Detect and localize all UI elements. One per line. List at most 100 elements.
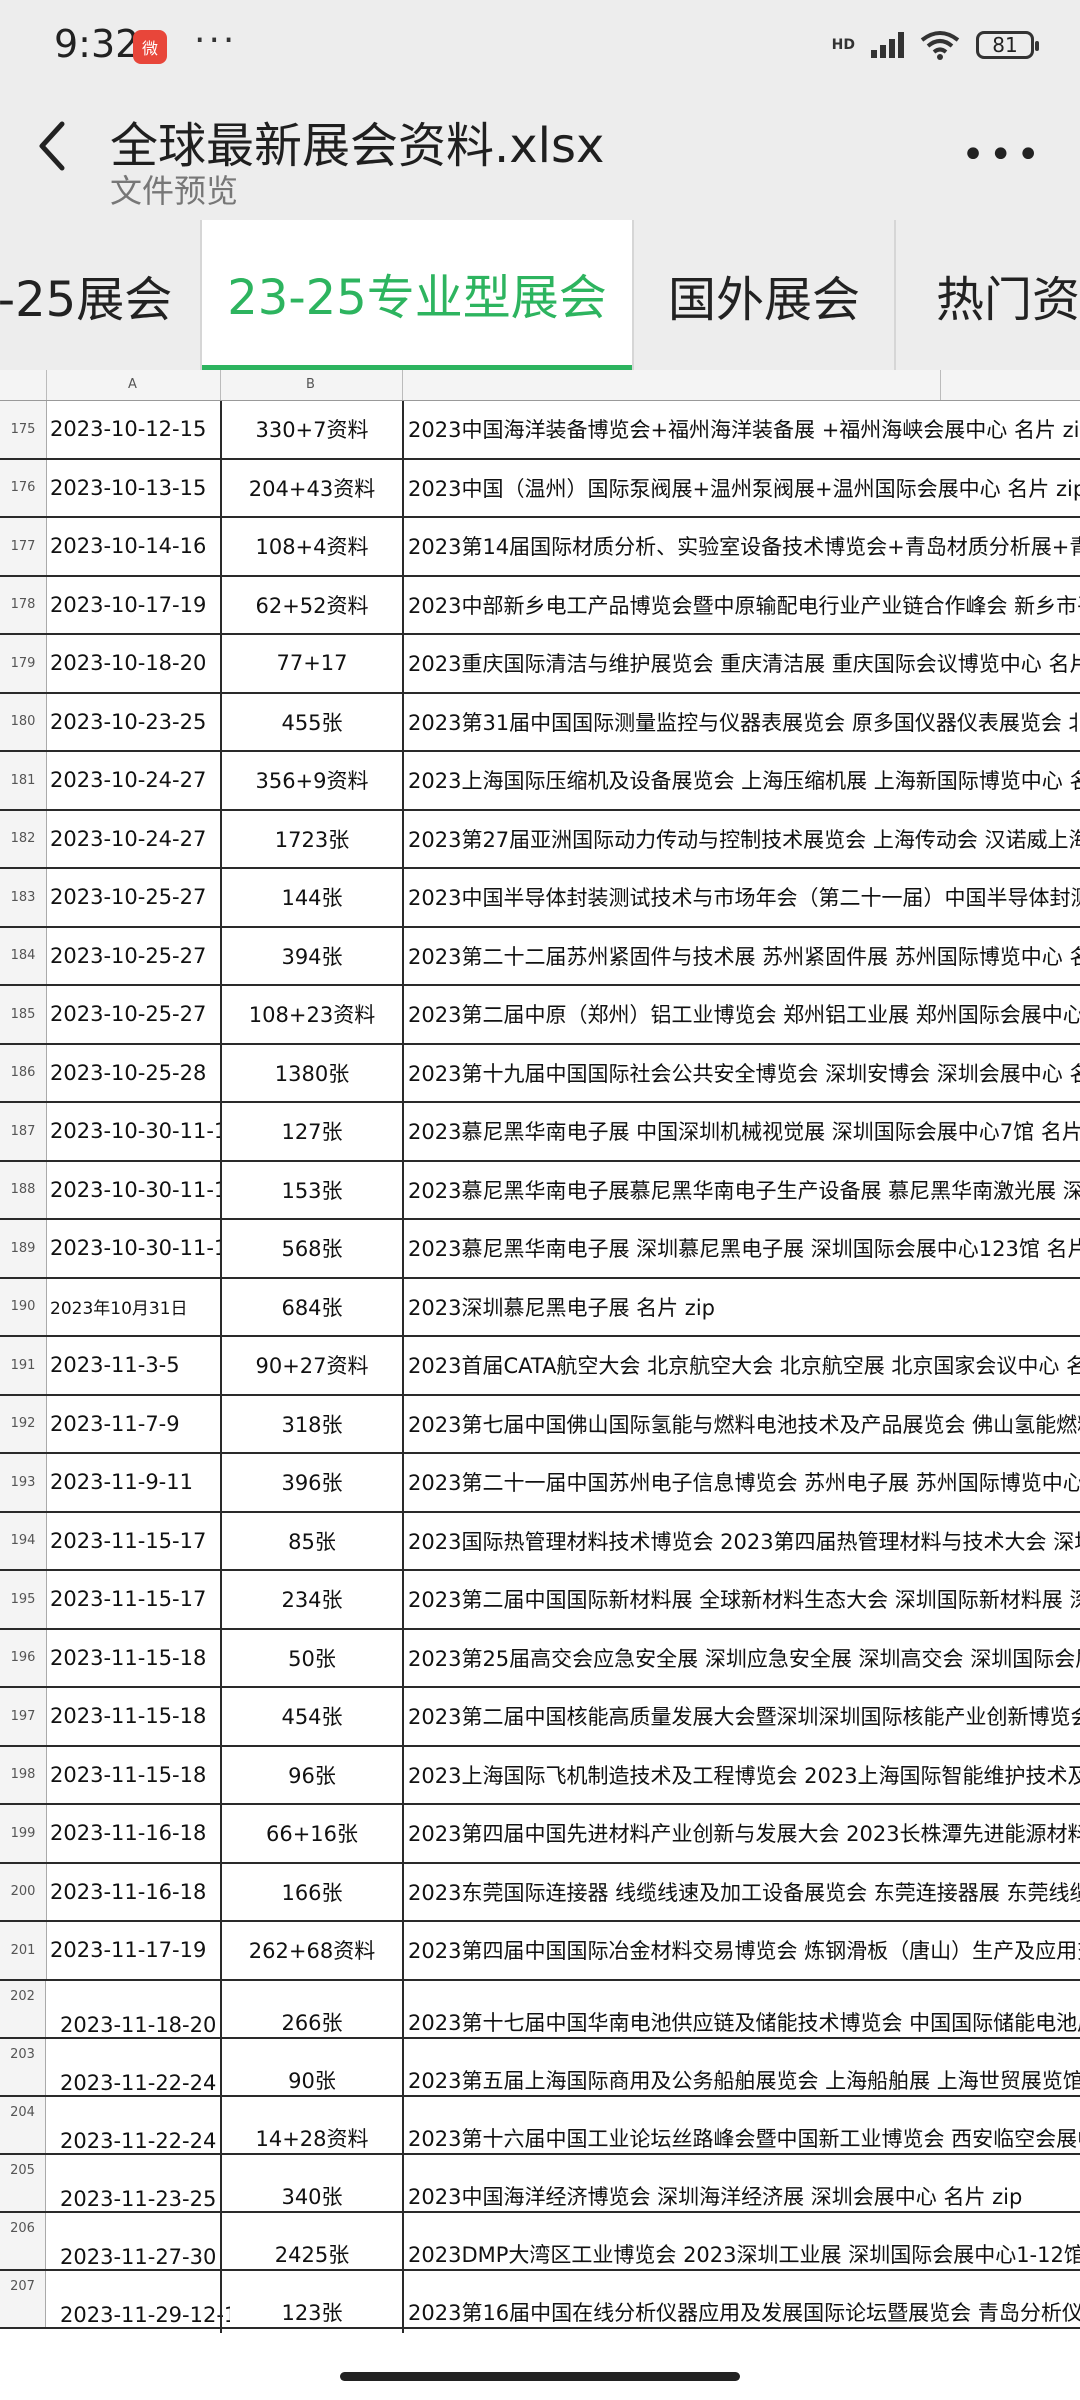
tab-overseas-exhibitions[interactable]: 国外展会	[634, 220, 894, 370]
row-number[interactable]: 183	[0, 869, 47, 926]
row-number[interactable]: 181	[0, 752, 47, 809]
table-row[interactable]: 205 2023-11-23-25 340张 2023中国海洋经济博览会 深圳海洋经济…	[0, 2154, 1080, 2217]
count-cell[interactable]: 90张	[220, 2038, 402, 2101]
exhibition-name-cell[interactable]: 2023中部新乡电工产品博览会暨中原输配电行业产业链合作峰会 新乡市平原	[402, 576, 1080, 633]
date-cell[interactable]: 2023-11-7-9	[48, 1396, 220, 1453]
date-cell[interactable]: 2023-11-15-18	[48, 1688, 220, 1745]
exhibition-name-cell[interactable]: 2023中国半导体封装测试技术与市场年会（第二十一届）中国半导体封测展	[402, 869, 1080, 926]
table-row[interactable]: 195 2023-11-15-17 234张 2023第二届中国国际新材料展 全球新材…	[0, 1571, 1080, 1630]
date-cell[interactable]: 2023-10-25-27	[48, 986, 220, 1043]
row-number[interactable]: 197	[0, 1688, 47, 1745]
row-number[interactable]: 199	[0, 1805, 47, 1862]
exhibition-name-cell[interactable]: 2023慕尼黑华南电子展 深圳慕尼黑电子展 深圳国际会展中心123馆 名片 zi…	[402, 1220, 1080, 1277]
spreadsheet-view[interactable]: A B 175 2023-10-12-15 330+7资料 2023中国海洋装备博览会…	[0, 370, 1080, 2348]
row-number[interactable]: 202	[0, 1980, 46, 2037]
count-cell[interactable]: 2425张	[220, 2212, 402, 2275]
row-number[interactable]: 175	[0, 401, 47, 458]
exhibition-name-cell[interactable]: 2023中国（温州）国际泵阀展+温州泵阀展+温州国际会展中心 名片 zip	[402, 459, 1080, 516]
more-options-icon[interactable]: •••	[961, 132, 1044, 178]
row-number[interactable]: 201	[0, 1922, 47, 1979]
count-cell[interactable]: 262+68资料	[220, 1922, 402, 1979]
exhibition-name-cell[interactable]: 2023第14届国际材质分析、实验室设备技术博览会+青岛材质分析展+青岛实验	[402, 518, 1080, 575]
count-cell[interactable]: 50张	[220, 1629, 402, 1686]
table-row[interactable]: 180 2023-10-23-25 455张 2023第31届中国国际测量监控与仪器表…	[0, 693, 1080, 752]
row-number[interactable]: 176	[0, 459, 47, 516]
table-row[interactable]: 182 2023-10-24-27 1723张 2023第27届亚洲国际动力传动与控制…	[0, 810, 1080, 869]
row-number[interactable]: 192	[0, 1395, 47, 1452]
row-number[interactable]: 207	[0, 2270, 46, 2327]
date-cell[interactable]: 2023-11-15-17	[48, 1513, 220, 1570]
count-cell[interactable]: 266张	[220, 1980, 402, 2043]
table-row[interactable]: 204 2023-11-22-24 14+28资料 2023第十六届中国工业论坛丝路峰…	[0, 2096, 1080, 2159]
table-row[interactable]: 196 2023-11-15-18 50张 2023第25届高交会应急安全展 深圳应急…	[0, 1629, 1080, 1688]
date-cell[interactable]: 2023-10-17-19	[48, 577, 220, 634]
date-cell[interactable]: 2023-11-27-30	[48, 2213, 230, 2275]
table-row[interactable]: 198 2023-11-15-18 96张 2023上海国际飞机制造技术及工程博览会 …	[0, 1746, 1080, 1805]
count-cell[interactable]: 62+52资料	[220, 576, 402, 633]
date-cell[interactable]: 2023-10-30-11-1	[48, 1162, 220, 1219]
date-cell[interactable]: 2023-11-16-18	[48, 1864, 220, 1921]
table-row[interactable]: 186 2023-10-25-28 1380张 2023第十九届中国国际社会公共安全博…	[0, 1044, 1080, 1103]
count-cell[interactable]: 166张	[220, 1863, 402, 1920]
date-cell[interactable]: 2023年10月31日	[48, 1279, 220, 1336]
date-cell[interactable]: 2023-11-18-20	[48, 1981, 230, 2043]
table-row[interactable]: 184 2023-10-25-27 394张 2023第二十二届苏州紧固件与技术展 苏…	[0, 927, 1080, 986]
exhibition-name-cell[interactable]: 2023中国海洋经济博览会 深圳海洋经济展 深圳会展中心 名片 zip	[402, 2154, 1080, 2217]
count-cell[interactable]: 85张	[220, 1512, 402, 1569]
count-cell[interactable]: 77+17	[220, 635, 402, 692]
count-cell[interactable]: 153张	[220, 1161, 402, 1218]
row-number[interactable]: 188	[0, 1161, 47, 1218]
row-number[interactable]: 206	[0, 2212, 46, 2269]
count-cell[interactable]: 234张	[220, 1571, 402, 1628]
count-cell[interactable]: 90+27资料	[220, 1337, 402, 1394]
table-row[interactable]: 179 2023-10-18-20 77+17 2023重庆国际清洁与维护展览会 重庆…	[0, 635, 1080, 694]
table-row[interactable]: 199 2023-11-16-18 66+16张 2023第四届中国先进材料产业创新与…	[0, 1805, 1080, 1864]
table-row[interactable]: 202 2023-11-18-20 266张 2023第十七届中国华南电池供应链及储能…	[0, 1980, 1080, 2043]
back-arrow-icon[interactable]	[32, 116, 72, 176]
table-row[interactable]: 188 2023-10-30-11-1 153张 2023慕尼黑华南电子展慕尼黑华南电…	[0, 1161, 1080, 1220]
exhibition-name-cell[interactable]: 2023慕尼黑华南电子展慕尼黑华南电子生产设备展 慕尼黑华南激光展 深圳国	[402, 1161, 1080, 1218]
date-cell[interactable]: 2023-11-29-12-1	[48, 2271, 230, 2333]
count-cell[interactable]: 396张	[220, 1454, 402, 1511]
date-cell[interactable]: 2023-10-14-16	[48, 518, 220, 575]
exhibition-name-cell[interactable]: 2023慕尼黑华南电子展 中国深圳机械视觉展 深圳国际会展中心7馆 名片 zip	[402, 1103, 1080, 1160]
exhibition-name-cell[interactable]: 2023第十九届中国国际社会公共安全博览会 深圳安博会 深圳会展中心 名片 zi	[402, 1044, 1080, 1101]
table-row[interactable]: 194 2023-11-15-17 85张 2023国际热管理材料技术博览会 2023…	[0, 1512, 1080, 1571]
count-cell[interactable]: 96张	[220, 1746, 402, 1803]
exhibition-name-cell[interactable]: 2023深圳慕尼黑电子展 名片 zip	[402, 1278, 1080, 1335]
table-row[interactable]: 185 2023-10-25-27 108+23资料 2023第二届中原（郑州）铝工业…	[0, 986, 1080, 1045]
date-cell[interactable]: 2023-10-30-11-1	[48, 1103, 220, 1160]
table-row[interactable]: 207 2023-11-29-12-1 123张 2023第16届中国在线分析仪器应用…	[0, 2270, 1080, 2333]
date-cell[interactable]: 2023-11-15-17	[48, 1571, 220, 1628]
date-cell[interactable]: 2023-10-12-15	[48, 401, 220, 458]
date-cell[interactable]: 2023-11-15-18	[48, 1630, 220, 1687]
table-row[interactable]: 203 2023-11-22-24 90张 2023第五届上海国际商用及公务船舶展览会…	[0, 2038, 1080, 2101]
row-number[interactable]: 189	[0, 1220, 47, 1277]
table-row[interactable]: 190 2023年10月31日 684张 2023深圳慕尼黑电子展 名片 zip	[0, 1278, 1080, 1337]
row-number[interactable]: 193	[0, 1454, 47, 1511]
exhibition-name-cell[interactable]: 2023第二十二届苏州紧固件与技术展 苏州紧固件展 苏州国际博览中心 名片 zi	[402, 927, 1080, 984]
count-cell[interactable]: 356+9资料	[220, 752, 402, 809]
count-cell[interactable]: 204+43资料	[220, 459, 402, 516]
table-row[interactable]: 176 2023-10-13-15 204+43资料 2023中国（温州）国际泵阀展+…	[0, 459, 1080, 518]
table-row[interactable]: 177 2023-10-14-16 108+4资料 2023第14届国际材质分析、实验…	[0, 518, 1080, 577]
date-cell[interactable]: 2023-10-23-25	[48, 694, 220, 751]
tab-25-exhibitions[interactable]: -25展会	[0, 220, 200, 370]
exhibition-name-cell[interactable]: 2023第四届中国先进材料产业创新与发展大会 2023长株潭先进能源材料产业	[402, 1805, 1080, 1862]
column-header-b[interactable]: B	[306, 377, 315, 392]
home-indicator[interactable]	[340, 2372, 740, 2381]
exhibition-name-cell[interactable]: 2023第16届中国在线分析仪器应用及发展国际论坛暨展览会 青岛分析仪器展	[402, 2270, 1080, 2333]
count-cell[interactable]: 318张	[220, 1395, 402, 1452]
date-cell[interactable]: 2023-11-16-18	[48, 1805, 220, 1862]
count-cell[interactable]: 340张	[220, 2154, 402, 2217]
exhibition-name-cell[interactable]: 2023东莞国际连接器 线缆线速及加工设备展览会 东莞连接器展 东莞线缆线束	[402, 1863, 1080, 1920]
exhibition-name-cell[interactable]: 2023首届CATA航空大会 北京航空大会 北京航空展 北京国家会议中心 名片 …	[402, 1337, 1080, 1394]
exhibition-name-cell[interactable]: 2023上海国际压缩机及设备展览会 上海压缩机展 上海新国际博览中心 名片 zi	[402, 752, 1080, 809]
date-cell[interactable]: 2023-11-22-24	[48, 2097, 230, 2159]
count-cell[interactable]: 1380张	[220, 1044, 402, 1101]
table-row[interactable]: 193 2023-11-9-11 396张 2023第二十一届中国苏州电子信息博览会 …	[0, 1454, 1080, 1513]
count-cell[interactable]: 144张	[220, 869, 402, 926]
exhibition-name-cell[interactable]: 2023上海国际飞机制造技术及工程博览会 2023上海国际智能维护技术及工程	[402, 1746, 1080, 1803]
count-cell[interactable]: 108+4资料	[220, 518, 402, 575]
exhibition-name-cell[interactable]: 2023第二届中原（郑州）铝工业博览会 郑州铝工业展 郑州国际会展中心 名片	[402, 986, 1080, 1043]
